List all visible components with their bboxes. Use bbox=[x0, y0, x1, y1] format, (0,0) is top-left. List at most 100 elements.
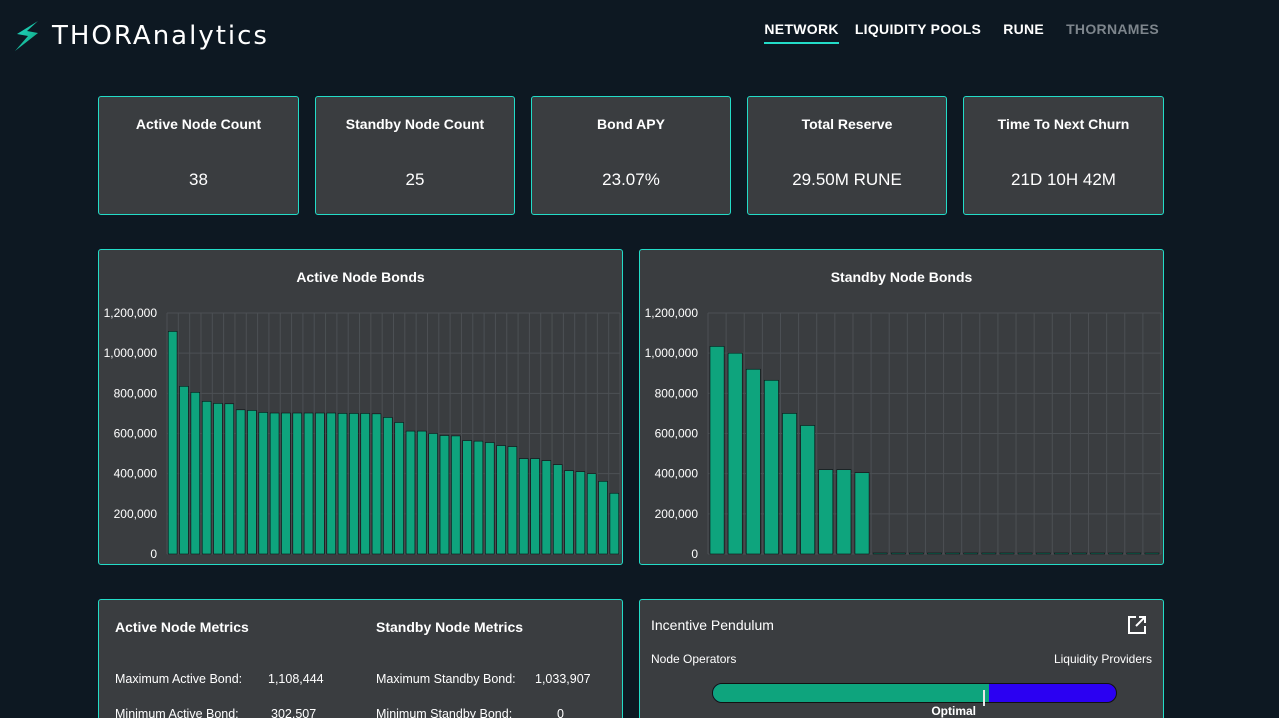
bond-bar[interactable] bbox=[1126, 552, 1142, 555]
bond-bar[interactable] bbox=[269, 412, 280, 555]
bond-bar[interactable] bbox=[782, 413, 797, 555]
bond-bar[interactable] bbox=[586, 473, 597, 555]
bond-bar[interactable] bbox=[609, 492, 620, 555]
bond-bar[interactable] bbox=[405, 430, 416, 555]
nav-rune[interactable]: RUNE bbox=[1003, 21, 1044, 44]
max-standby-bond-label: Maximum Standby Bond: bbox=[376, 672, 516, 686]
bond-bar[interactable] bbox=[745, 368, 761, 555]
stat-card-total-reserve: Total Reserve 29.50M RUNE bbox=[747, 96, 947, 215]
y-tick-label: 600,000 bbox=[114, 427, 158, 441]
bond-bar[interactable] bbox=[394, 422, 404, 555]
stat-value: 25 bbox=[405, 170, 425, 189]
bond-bar[interactable] bbox=[963, 552, 979, 555]
stat-value: 38 bbox=[189, 170, 208, 189]
node-metrics-card: Active Node Metrics Standby Node Metrics… bbox=[98, 599, 623, 718]
liquidity-providers-label: Liquidity Providers bbox=[1053, 652, 1152, 666]
min-active-bond-label: Minimum Active Bond: bbox=[115, 707, 239, 718]
bond-bar[interactable] bbox=[1090, 552, 1105, 555]
bond-bar[interactable] bbox=[564, 470, 574, 555]
bond-bar[interactable] bbox=[451, 435, 461, 555]
bond-bar[interactable] bbox=[292, 412, 302, 555]
bond-bar[interactable] bbox=[235, 409, 246, 555]
bond-bar[interactable] bbox=[818, 469, 834, 555]
bond-bar[interactable] bbox=[303, 412, 314, 555]
bond-bar[interactable] bbox=[598, 480, 608, 555]
nav-network[interactable]: NETWORK bbox=[764, 21, 839, 44]
bond-bar[interactable] bbox=[999, 552, 1015, 555]
pendulum-node-share-fill bbox=[713, 684, 990, 702]
bond-bar[interactable] bbox=[764, 379, 779, 555]
bond-bar[interactable] bbox=[349, 413, 359, 555]
node-operators-label: Node Operators bbox=[651, 652, 737, 666]
bond-bar[interactable] bbox=[462, 440, 472, 555]
active-node-bonds-card: Active Node Bonds 0 200,000 400,000 600,000… bbox=[98, 249, 623, 565]
bond-bar[interactable] bbox=[201, 401, 212, 555]
bond-bar[interactable] bbox=[519, 458, 529, 555]
bond-bar[interactable] bbox=[1108, 552, 1124, 555]
bond-bar[interactable] bbox=[872, 552, 888, 555]
bond-bar[interactable] bbox=[541, 460, 552, 555]
y-tick-label: 1,200,000 bbox=[645, 306, 699, 320]
stat-card-bond-apy: Bond APY 23.07% bbox=[531, 96, 731, 215]
bond-bar[interactable] bbox=[213, 403, 223, 555]
bond-bar[interactable] bbox=[1053, 552, 1069, 555]
bond-bar[interactable] bbox=[1035, 552, 1051, 555]
bond-bar[interactable] bbox=[909, 552, 924, 555]
pendulum-bar bbox=[712, 683, 1117, 703]
bond-bar[interactable] bbox=[337, 413, 348, 555]
standby-metrics-title: Standby Node Metrics bbox=[376, 619, 524, 635]
bond-bar[interactable] bbox=[1144, 552, 1160, 555]
y-tick-label: 200,000 bbox=[655, 507, 699, 521]
bond-bar[interactable] bbox=[167, 331, 178, 555]
bond-bar[interactable] bbox=[326, 412, 336, 555]
bond-bar[interactable] bbox=[371, 413, 382, 555]
bond-bar[interactable] bbox=[428, 433, 438, 555]
bond-bar[interactable] bbox=[854, 472, 870, 555]
y-tick-label: 1,000,000 bbox=[645, 346, 699, 360]
bond-bar[interactable] bbox=[800, 425, 816, 555]
bond-bar[interactable] bbox=[315, 412, 325, 555]
nav-thornames[interactable]: THORNAMES bbox=[1066, 21, 1159, 44]
bond-bar[interactable] bbox=[417, 430, 427, 555]
bond-bar[interactable] bbox=[945, 552, 960, 555]
bond-bar[interactable] bbox=[439, 435, 450, 555]
external-link-icon[interactable] bbox=[1127, 615, 1147, 635]
bond-bar[interactable] bbox=[927, 552, 942, 555]
bond-bar[interactable] bbox=[981, 552, 997, 555]
bond-bar[interactable] bbox=[258, 412, 268, 555]
bond-bar[interactable] bbox=[890, 552, 906, 555]
bond-bar[interactable] bbox=[190, 392, 201, 555]
bond-bar[interactable] bbox=[224, 403, 235, 555]
nav-liquidity-pools[interactable]: LIQUIDITY POOLS bbox=[855, 21, 981, 44]
stat-value: 21D 10H 42M bbox=[1011, 170, 1116, 189]
max-active-bond-label: Maximum Active Bond: bbox=[115, 672, 243, 686]
brand-logo[interactable]: THORAnalytics bbox=[12, 20, 269, 52]
bond-bar[interactable] bbox=[281, 412, 291, 555]
bond-bar[interactable] bbox=[496, 445, 506, 555]
y-tick-label: 200,000 bbox=[114, 507, 158, 521]
bond-bar[interactable] bbox=[360, 413, 370, 555]
bond-bar[interactable] bbox=[727, 352, 743, 555]
bond-bar[interactable] bbox=[575, 471, 586, 555]
standby-node-bonds-chart: 0 200,000 400,000 600,000 800,000 1,000,000 1,… bbox=[645, 306, 1162, 561]
bond-bar[interactable] bbox=[247, 410, 257, 555]
y-tick-label: 400,000 bbox=[114, 467, 158, 481]
bond-bar[interactable] bbox=[1072, 552, 1087, 555]
stat-title: Bond APY bbox=[597, 116, 665, 132]
max-active-bond-value: 1,108,444 bbox=[268, 672, 324, 686]
stat-card-time-to-next-churn: Time To Next Churn 21D 10H 42M bbox=[963, 96, 1164, 215]
bond-bar[interactable] bbox=[836, 469, 852, 555]
bond-bar[interactable] bbox=[1017, 552, 1033, 555]
bond-bar[interactable] bbox=[383, 417, 393, 555]
incentive-pendulum-card: Incentive Pendulum Node Operators Liquid… bbox=[639, 599, 1164, 718]
bond-bar[interactable] bbox=[552, 464, 563, 555]
bond-bar[interactable] bbox=[709, 346, 725, 555]
stat-card-standby-node-count: Standby Node Count 25 bbox=[315, 96, 515, 215]
bond-bar[interactable] bbox=[179, 386, 189, 555]
bond-bar[interactable] bbox=[473, 440, 484, 555]
y-tick-label: 400,000 bbox=[655, 467, 699, 481]
bond-bar[interactable] bbox=[485, 442, 495, 555]
stat-title: Time To Next Churn bbox=[997, 116, 1130, 132]
bond-bar[interactable] bbox=[530, 458, 540, 555]
bond-bar[interactable] bbox=[507, 446, 518, 555]
